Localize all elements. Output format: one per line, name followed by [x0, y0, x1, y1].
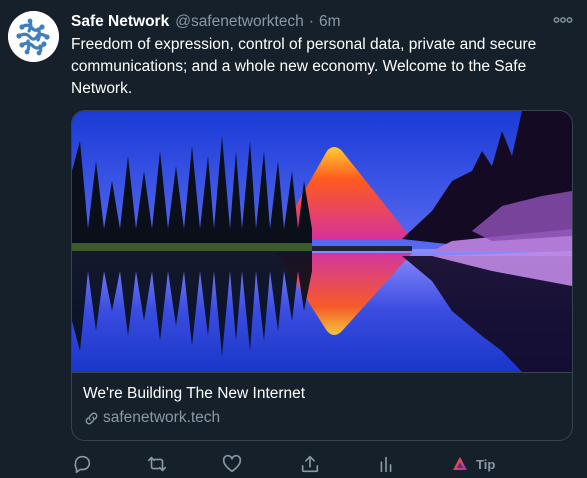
user-handle[interactable]: @safenetworktech — [175, 12, 304, 32]
retweet-icon — [147, 456, 167, 472]
more-options-button[interactable] — [553, 12, 573, 28]
share-icon — [301, 455, 319, 473]
tip-label: Tip — [476, 456, 496, 472]
separator-dot: · — [308, 13, 314, 30]
link-icon — [83, 410, 100, 427]
card-domain[interactable]: safenetwork.tech — [83, 408, 560, 428]
analytics-button[interactable] — [375, 452, 397, 476]
tweet-text: Freedom of expression, control of person… — [71, 36, 537, 97]
reply-icon — [74, 455, 91, 474]
tweet-header: Safe Network @safenetworktech · 6m — [71, 12, 341, 32]
display-name[interactable]: Safe Network — [71, 12, 169, 32]
like-icon — [222, 454, 242, 473]
card-domain-text: safenetwork.tech — [103, 409, 221, 426]
safe-network-logo-icon — [8, 11, 59, 62]
tip-button[interactable]: Tip — [452, 452, 495, 476]
card-title[interactable]: We're Building The New Internet — [83, 384, 560, 404]
card-meta[interactable]: We're Building The New Internet safenetw… — [72, 372, 572, 440]
avatar[interactable] — [8, 11, 59, 62]
timestamp[interactable]: 6m — [319, 12, 341, 32]
share-button[interactable] — [299, 452, 321, 476]
retweet-button[interactable] — [146, 452, 168, 476]
tweet-actions: Tip — [71, 452, 581, 476]
analytics-icon — [380, 456, 392, 473]
more-dots-icon — [553, 17, 573, 23]
reply-button[interactable] — [71, 452, 93, 476]
mountain-lake-image — [72, 111, 572, 372]
tweet[interactable]: Safe Network @safenetworktech · 6m Freed… — [0, 0, 587, 478]
tip-icon — [453, 457, 467, 470]
card-image[interactable] — [72, 111, 572, 372]
link-card[interactable]: We're Building The New Internet safenetw… — [71, 110, 573, 441]
like-button[interactable] — [221, 452, 243, 476]
